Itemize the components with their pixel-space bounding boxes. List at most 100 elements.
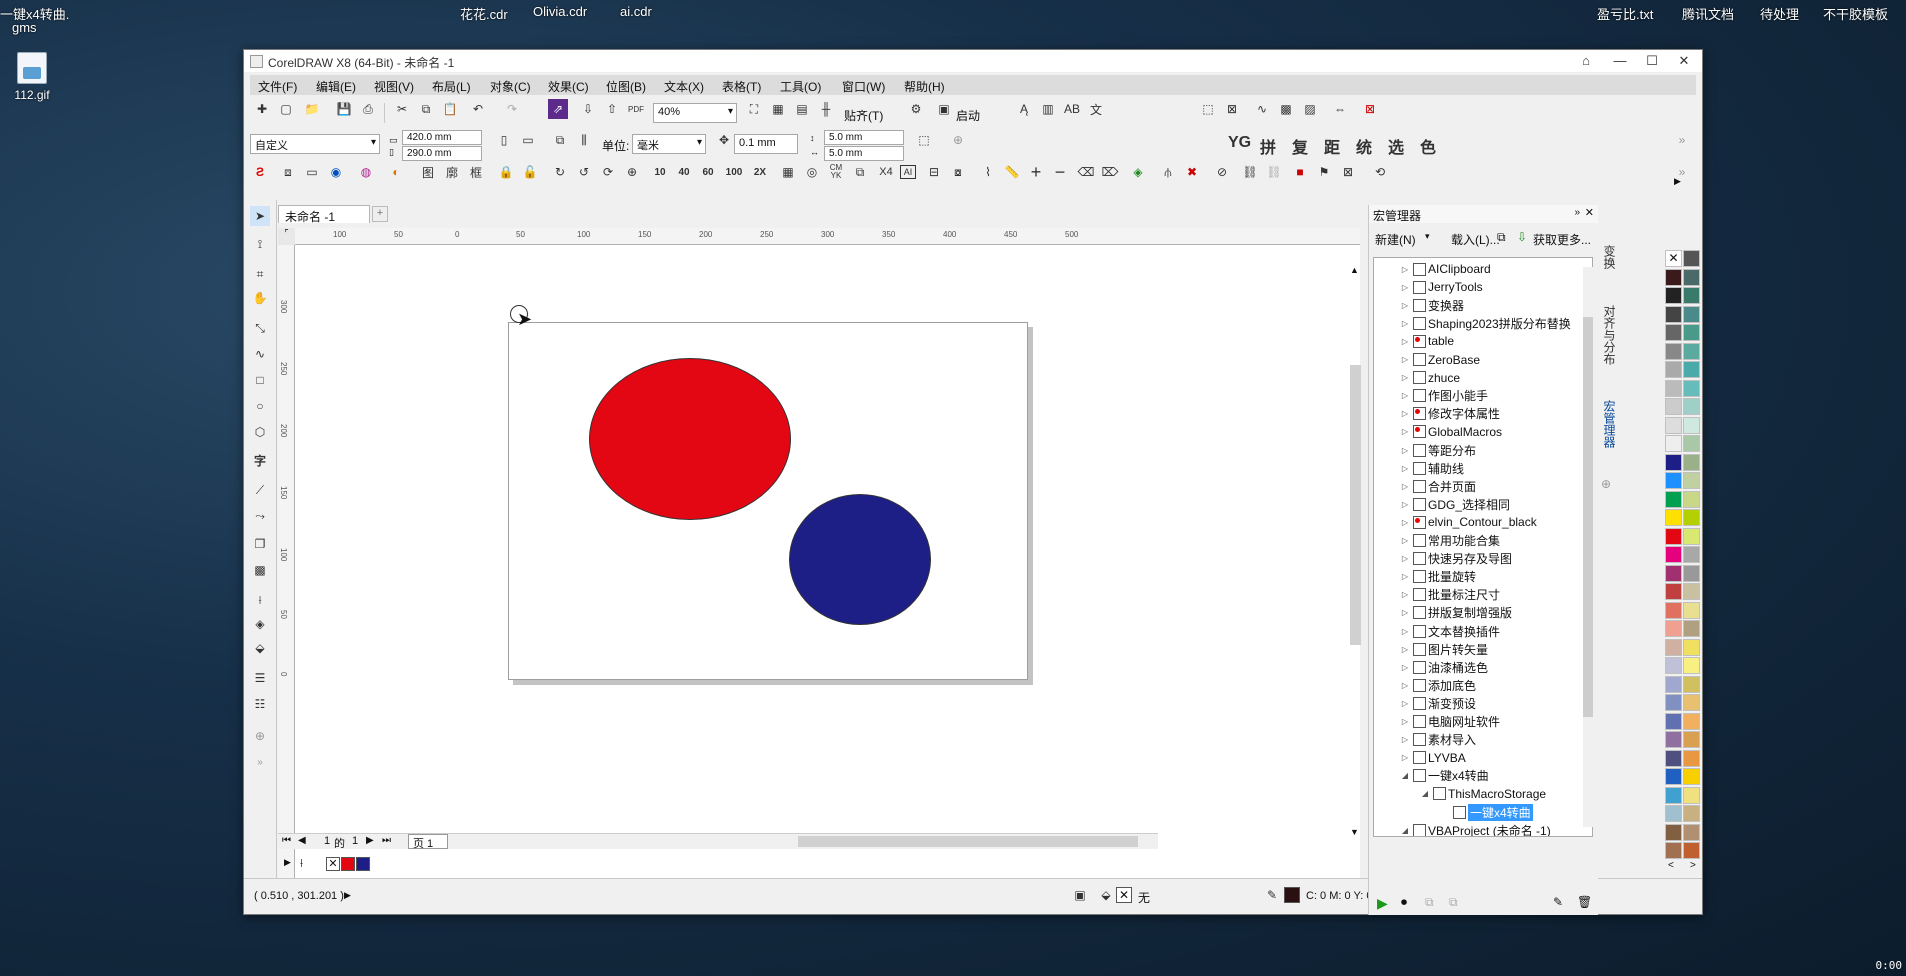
artistic-media-icon[interactable]: ∿ bbox=[250, 344, 270, 364]
palette-swatch[interactable] bbox=[1683, 583, 1700, 600]
palette-swatch[interactable] bbox=[1665, 546, 1682, 563]
rectangle-tool-icon[interactable]: □ bbox=[250, 370, 270, 390]
plugin-icon-10[interactable]: ⧇ bbox=[948, 162, 968, 182]
print-icon[interactable]: ⎙ bbox=[358, 99, 378, 119]
expand-arrow-icon[interactable]: ▷ bbox=[1400, 265, 1410, 274]
chart-icon[interactable]: ⌇ bbox=[978, 162, 998, 182]
palette-swatch[interactable] bbox=[1665, 768, 1682, 785]
macro-project-item[interactable]: ▷ 批量标注尺寸 bbox=[1400, 586, 1500, 604]
expand-arrow-icon[interactable]: ▷ bbox=[1400, 645, 1410, 654]
palette-swatch[interactable] bbox=[1665, 324, 1682, 341]
plugin-char-button-0[interactable]: YG bbox=[1228, 134, 1251, 152]
cut-icon[interactable]: ✂ bbox=[392, 99, 412, 119]
palette-swatch[interactable] bbox=[1665, 472, 1682, 489]
copy-icon[interactable]: ⧉ bbox=[416, 99, 436, 119]
palette-swatch[interactable] bbox=[1683, 472, 1700, 489]
current-page-icon[interactable]: ⫼ bbox=[574, 130, 594, 150]
grid-icon[interactable]: ▤ bbox=[792, 99, 812, 119]
palette-no-color-swatch[interactable]: ✕ bbox=[1665, 250, 1682, 267]
plugin-icon-3[interactable]: ◉ bbox=[326, 162, 346, 182]
ruler-origin-icon[interactable]: ⌜ bbox=[278, 228, 295, 245]
new-macro-dropdown-icon[interactable]: ▾ bbox=[1425, 231, 1430, 242]
macro-project-item[interactable]: ▷ JerryTools bbox=[1400, 278, 1483, 296]
settings-gear-icon[interactable]: ⚙ bbox=[906, 99, 926, 119]
plugin-char-button-2[interactable]: 复 bbox=[1292, 134, 1308, 158]
macro-project-item[interactable]: ▷ 添加底色 bbox=[1400, 676, 1476, 694]
macro-project-item[interactable]: ▷ 文本替换插件 bbox=[1400, 622, 1500, 640]
expand-arrow-icon[interactable]: ▷ bbox=[1400, 590, 1410, 599]
palette-swatch[interactable] bbox=[1665, 823, 1682, 841]
ai-icon[interactable]: AI bbox=[900, 165, 916, 179]
vba-project-item[interactable]: ◢ VBAProject (未命名 -1) bbox=[1400, 821, 1551, 836]
toolbox-more-icon[interactable]: » bbox=[250, 752, 270, 772]
plus-icon[interactable]: + bbox=[1026, 162, 1046, 182]
shadow-tool-icon[interactable]: ❐ bbox=[250, 534, 270, 554]
cmyk-icon[interactable]: CM YK bbox=[826, 162, 846, 182]
plugin-icon-9[interactable]: ⊟ bbox=[924, 162, 944, 182]
no-icon[interactable]: ⊘ bbox=[1212, 162, 1232, 182]
palette-swatch[interactable] bbox=[1683, 435, 1700, 452]
edit-macro-icon[interactable]: ✎ bbox=[1553, 895, 1563, 909]
expand-arrow-icon[interactable]: ▷ bbox=[1400, 717, 1410, 726]
expand-arrow-icon[interactable]: ▷ bbox=[1400, 409, 1410, 418]
freehand-tool-icon[interactable]: ⤡ bbox=[250, 318, 270, 338]
connector-tool-icon[interactable]: ⤳ bbox=[250, 506, 270, 526]
vertical-scrollbar[interactable]: ▲ ▼ bbox=[1350, 265, 1361, 837]
ruler-icon[interactable]: 📏 bbox=[1002, 162, 1022, 182]
pause-icon[interactable]: ⧉ bbox=[1425, 895, 1434, 910]
side-tab-transform[interactable]: 变换 bbox=[1601, 245, 1618, 269]
page-height-input[interactable]: 290.0 mm bbox=[402, 146, 482, 161]
macro-project-item[interactable]: ▷ Shaping2023拼版分布替换 bbox=[1400, 314, 1571, 332]
plugin-char-button-4[interactable]: 统 bbox=[1356, 134, 1372, 158]
expand-arrow-icon[interactable]: ▷ bbox=[1400, 500, 1410, 509]
palette-swatch[interactable] bbox=[1665, 527, 1682, 545]
delete-macro-icon[interactable]: 🗑 bbox=[1577, 895, 1592, 909]
macro-project-item[interactable]: ▷ 常用功能合集 bbox=[1400, 532, 1500, 550]
menu-2[interactable]: 视图(V) bbox=[374, 78, 414, 95]
smart-fill-icon[interactable]: ⬙ bbox=[250, 638, 270, 658]
menu-10[interactable]: 窗口(W) bbox=[842, 78, 885, 95]
toolbar-more-icon[interactable]: » bbox=[1672, 130, 1692, 150]
outline-pen-icon[interactable]: ✎ bbox=[1262, 885, 1282, 905]
palette-swatch[interactable] bbox=[1683, 712, 1700, 730]
paint-delete-icon[interactable]: ⊠ bbox=[1338, 162, 1358, 182]
open-folder-icon[interactable]: 📁 bbox=[302, 99, 322, 119]
menu-8[interactable]: 表格(T) bbox=[722, 78, 761, 95]
macro-project-item[interactable]: ▷ 电脑网址软件 bbox=[1400, 713, 1500, 731]
page-tab-1[interactable]: 页 1 bbox=[408, 834, 448, 850]
blue-ellipse[interactable] bbox=[789, 494, 931, 625]
palette-swatch[interactable] bbox=[1665, 731, 1682, 748]
docker-expand-icon[interactable]: » bbox=[1574, 207, 1580, 218]
palette-swatch[interactable] bbox=[1665, 453, 1682, 471]
page-nav-first-icon[interactable]: ⏮ bbox=[282, 835, 291, 846]
macro-project-item[interactable]: ▷ 图片转矢量 bbox=[1400, 640, 1488, 658]
tree-scrollbar[interactable] bbox=[1583, 267, 1593, 827]
palette-swatch[interactable] bbox=[1665, 805, 1682, 822]
palette-swatch[interactable] bbox=[1683, 361, 1700, 378]
scroll-up-icon[interactable]: ▲ bbox=[1350, 265, 1359, 275]
palette-swatch[interactable] bbox=[1665, 786, 1682, 804]
macro-project-item[interactable]: ▷ table bbox=[1400, 332, 1454, 350]
menu-4[interactable]: 对象(C) bbox=[490, 78, 531, 95]
palette-swatch[interactable] bbox=[1683, 268, 1700, 286]
sync-icon[interactable]: ⟲ bbox=[1370, 162, 1390, 182]
macro-project-item[interactable]: ▷ 快速另存及导图 bbox=[1400, 550, 1512, 568]
macro-project-item[interactable]: ▷ 合并页面 bbox=[1400, 477, 1476, 495]
palette-swatch[interactable] bbox=[1683, 805, 1700, 822]
record-macro-icon[interactable]: ⏺ bbox=[1401, 895, 1407, 910]
document-tab[interactable]: 未命名 -1 bbox=[278, 205, 370, 224]
crop-tool-icon[interactable]: ⌗ bbox=[250, 264, 270, 284]
resize-icon[interactable]: ⇔ bbox=[1330, 99, 1350, 119]
plugin-icon-4[interactable]: ◍ bbox=[356, 162, 376, 182]
new-from-template-icon[interactable]: ▢ bbox=[276, 99, 296, 119]
macro-options-icon[interactable]: ⧉ bbox=[1497, 230, 1506, 245]
document-page[interactable] bbox=[508, 322, 1028, 680]
expand-arrow-icon[interactable]: ▷ bbox=[1400, 735, 1410, 744]
unit-select[interactable]: 毫米 bbox=[632, 134, 706, 154]
menu-0[interactable]: 文件(F) bbox=[258, 78, 297, 95]
curve-icon[interactable]: ∿ bbox=[1252, 99, 1272, 119]
swatch-red[interactable] bbox=[341, 857, 355, 871]
expand-arrow-icon[interactable]: ◢ bbox=[1400, 826, 1410, 835]
fill-icon[interactable]: ⬙ bbox=[1096, 885, 1116, 905]
plugin-logo-icon[interactable]: Ƨ bbox=[250, 162, 270, 182]
